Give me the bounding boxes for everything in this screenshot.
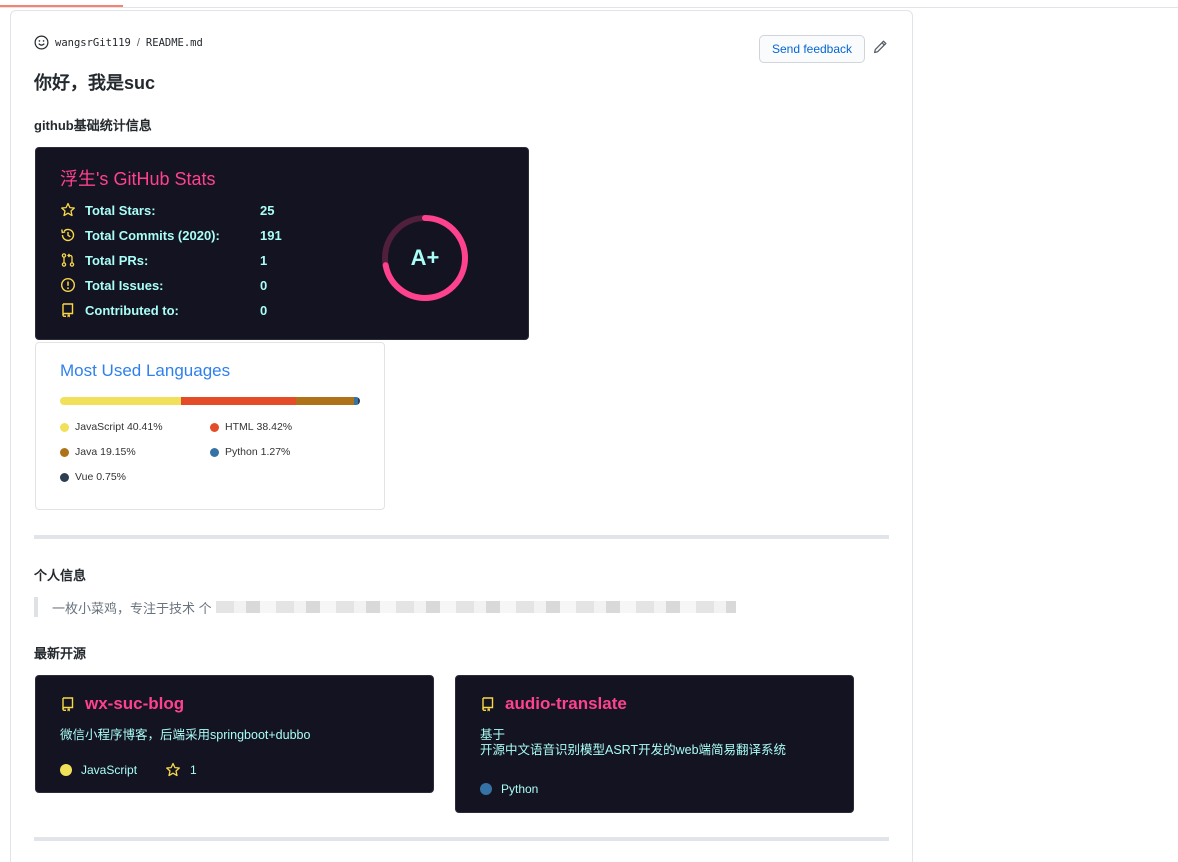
language-bar-segment [357, 397, 360, 405]
language-percent: 38.42% [256, 421, 293, 433]
stat-row-stars: Total Stars: 25 [60, 200, 274, 220]
language-percent: 40.41% [126, 421, 163, 433]
stat-value: 0 [260, 277, 268, 293]
stat-value: 25 [260, 202, 275, 218]
language-item-vue: Vue 0.75% [60, 471, 126, 483]
language-name: JavaScript [75, 421, 125, 433]
github-stats-card[interactable]: 浮生's GitHub Stats Total Stars: 25 Total … [35, 147, 529, 340]
language-name: Java [75, 446, 98, 458]
language-item-javascript: JavaScript 40.41% [60, 421, 163, 433]
language-item-python: Python 1.27% [210, 446, 290, 458]
repo-icon [62, 303, 74, 318]
language-item-java: Java 19.15% [60, 446, 136, 458]
repo-owner-link[interactable]: wangsrGit119 [55, 37, 131, 49]
readme-header: wangsrGit119 / README.md [34, 35, 203, 50]
language-name: Vue [75, 471, 94, 483]
languages-progress-bar [60, 397, 360, 405]
stat-label: Total Commits (2020): [85, 227, 220, 243]
language-dot [60, 422, 69, 432]
repo-name[interactable]: wx-suc-blog [85, 694, 184, 714]
repo-description-line: 开源中文语音识别模型ASRT开发的web端简易翻译系统 [480, 743, 787, 757]
repo-card-audio-translate[interactable]: audio-translate 基于 开源中文语音识别模型ASRT开发的web端… [455, 675, 854, 813]
stat-label: Total Issues: [85, 277, 164, 293]
repo-meta: JavaScript 1 [60, 762, 197, 778]
section-divider [34, 535, 889, 539]
most-used-languages-card[interactable]: Most Used Languages JavaScript 40.41% HT… [35, 342, 385, 510]
repo-name-row: wx-suc-blog [60, 694, 184, 714]
repo-description: 基于 开源中文语音识别模型ASRT开发的web端简易翻译系统 [480, 728, 786, 758]
repo-icon [482, 697, 494, 712]
language-dot [60, 472, 69, 482]
stat-value: 191 [260, 227, 282, 243]
language-percent: 0.75% [96, 471, 126, 483]
repo-icon [62, 697, 74, 712]
redacted-text [215, 601, 736, 613]
stat-label: Contributed to: [85, 302, 179, 318]
language-percent: 19.15% [100, 446, 136, 458]
smiley-icon [34, 35, 49, 50]
pencil-icon[interactable] [872, 39, 888, 55]
language-percent: 1.27% [260, 446, 291, 458]
star-icon [61, 202, 75, 217]
repo-name[interactable]: audio-translate [505, 694, 627, 714]
personal-section-heading: 个人信息 [34, 568, 87, 583]
repo-language: Python [501, 782, 539, 796]
language-dot [480, 783, 492, 795]
language-name: Python [225, 446, 258, 458]
repo-meta: Python [480, 782, 538, 796]
repo-description: 微信小程序博客，后端采用springboot+dubbo [60, 728, 311, 742]
stat-label: Total Stars: [85, 202, 156, 218]
language-dot [210, 422, 219, 432]
stats-title-name: 浮生 [60, 169, 96, 189]
language-bar-segment [60, 397, 182, 405]
repo-name-row: audio-translate [480, 694, 627, 714]
path-separator: / [136, 36, 140, 49]
stats-section-heading: github基础统计信息 [34, 118, 152, 133]
stat-value: 1 [260, 252, 268, 268]
repo-language: JavaScript [81, 763, 138, 777]
language-dot [60, 764, 72, 776]
stat-row-prs: Total PRs: 1 [60, 250, 267, 270]
repo-card-wx-suc-blog[interactable]: wx-suc-blog 微信小程序博客，后端采用springboot+dubbo… [35, 675, 434, 793]
repo-star-count: 1 [190, 763, 197, 777]
repo-description-line: 基于 [480, 728, 506, 742]
personal-quote-text: 一枚小菜鸡，专注于技术 个 [52, 600, 212, 616]
tab-border [0, 7, 1178, 8]
history-icon [61, 228, 75, 242]
section-divider [34, 837, 889, 841]
readme-panel: wangsrGit119 / README.md Send feedback 你… [10, 10, 913, 862]
languages-card-title: Most Used Languages [60, 361, 231, 380]
personal-quote: 一枚小菜鸡，专注于技术 个 [34, 597, 754, 617]
stats-title-suffix: 's GitHub Stats [96, 169, 216, 189]
star-icon [166, 762, 180, 777]
stat-label: Total PRs: [85, 252, 149, 268]
language-bar-segment [181, 397, 297, 405]
pull-request-icon [61, 253, 75, 267]
stat-row-commits: Total Commits (2020): 191 [60, 225, 282, 245]
language-dot [60, 447, 69, 457]
latest-section-heading: 最新开源 [34, 646, 87, 661]
language-item-html: HTML 38.42% [210, 421, 292, 433]
readme-title: 你好，我是suc [34, 73, 156, 93]
stat-value: 0 [260, 302, 268, 318]
stat-row-contributed: Contributed to: 0 [60, 300, 267, 320]
stat-row-issues: Total Issues: 0 [60, 275, 267, 295]
readme-file-name[interactable]: README.md [146, 37, 203, 49]
language-name: HTML [225, 421, 254, 433]
language-bar-segment [296, 397, 354, 405]
stats-card-title: 浮生's GitHub Stats [60, 165, 215, 191]
issue-icon [60, 277, 76, 293]
language-dot [210, 447, 219, 457]
rank-grade: A+ [410, 245, 440, 270]
send-feedback-button[interactable]: Send feedback [759, 35, 865, 63]
